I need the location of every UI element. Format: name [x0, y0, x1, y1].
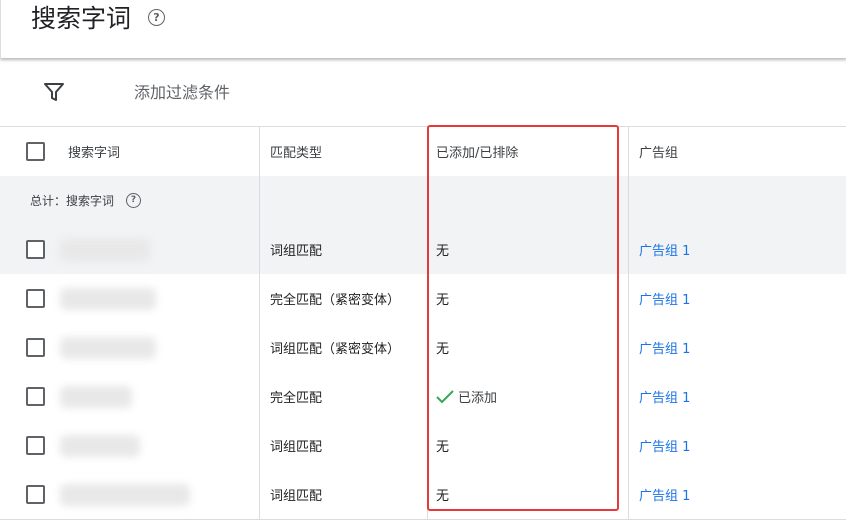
redacted-search-term — [60, 385, 132, 408]
filter-bar — [0, 58, 846, 126]
row-checkbox[interactable] — [26, 485, 45, 504]
column-header-ad-group[interactable]: 广告组 — [629, 127, 846, 176]
row-checkbox[interactable] — [26, 387, 45, 406]
status-added: 已添加 — [436, 387, 497, 406]
help-icon[interactable]: ? — [126, 193, 142, 208]
table-row[interactable]: 词组匹配（紧密变体） 无 广告组 1 — [0, 323, 846, 373]
page-title: 搜索字词 — [31, 4, 132, 33]
match-type: 词组匹配 — [260, 421, 428, 470]
match-type: 词组匹配 — [260, 225, 428, 274]
redacted-search-term — [60, 238, 150, 261]
filter-icon[interactable] — [44, 82, 64, 102]
redacted-search-term — [60, 336, 156, 359]
status: 无 — [428, 225, 629, 274]
add-filter-button[interactable]: 添加过滤条件 — [134, 82, 230, 104]
match-type: 完全匹配 — [260, 372, 428, 421]
check-icon — [436, 389, 454, 403]
table-row[interactable]: 词组匹配 无 广告组 1 — [0, 421, 846, 471]
ad-group-link[interactable]: 广告组 1 — [629, 470, 846, 519]
table-row[interactable]: 词组匹配 无 广告组 1 — [0, 470, 846, 520]
help-icon[interactable]: ? — [148, 9, 165, 26]
ad-group-link[interactable]: 广告组 1 — [629, 274, 846, 323]
column-header-added-excluded[interactable]: 已添加/已排除 — [428, 127, 629, 176]
status: 无 — [428, 421, 629, 470]
match-type: 词组匹配（紧密变体） — [260, 323, 428, 372]
table-header-row: 搜索字词 匹配类型 已添加/已排除 广告组 — [0, 126, 846, 178]
redacted-search-term — [60, 434, 140, 457]
table-row[interactable]: 完全匹配（紧密变体） 无 广告组 1 — [0, 274, 846, 324]
ad-group-link[interactable]: 广告组 1 — [629, 225, 846, 274]
match-type: 完全匹配（紧密变体） — [260, 274, 428, 323]
column-header-search-term[interactable]: 搜索字词 — [68, 142, 120, 161]
status: 无 — [428, 470, 629, 519]
total-row: 总计：搜索字词 ? — [0, 176, 846, 226]
status: 无 — [428, 323, 629, 372]
row-checkbox[interactable] — [26, 436, 45, 455]
status: 无 — [428, 274, 629, 323]
match-type: 词组匹配 — [260, 470, 428, 519]
total-label: 总计：搜索字词 — [30, 194, 115, 208]
select-all-checkbox[interactable] — [26, 142, 45, 161]
redacted-search-term — [60, 483, 190, 506]
status: 已添加 — [458, 391, 498, 406]
ad-group-link[interactable]: 广告组 1 — [629, 421, 846, 470]
ad-group-link[interactable]: 广告组 1 — [629, 323, 846, 372]
redacted-search-term — [60, 287, 156, 310]
table-row[interactable]: 完全匹配 已添加 广告组 1 — [0, 372, 846, 422]
column-header-match-type[interactable]: 匹配类型 — [260, 127, 428, 176]
ad-group-link[interactable]: 广告组 1 — [629, 372, 846, 421]
table-row[interactable]: 词组匹配 无 广告组 1 — [0, 225, 846, 275]
row-checkbox[interactable] — [26, 289, 45, 308]
row-checkbox[interactable] — [26, 240, 45, 259]
row-checkbox[interactable] — [26, 338, 45, 357]
page-header: 搜索字词 ? — [0, 0, 846, 58]
